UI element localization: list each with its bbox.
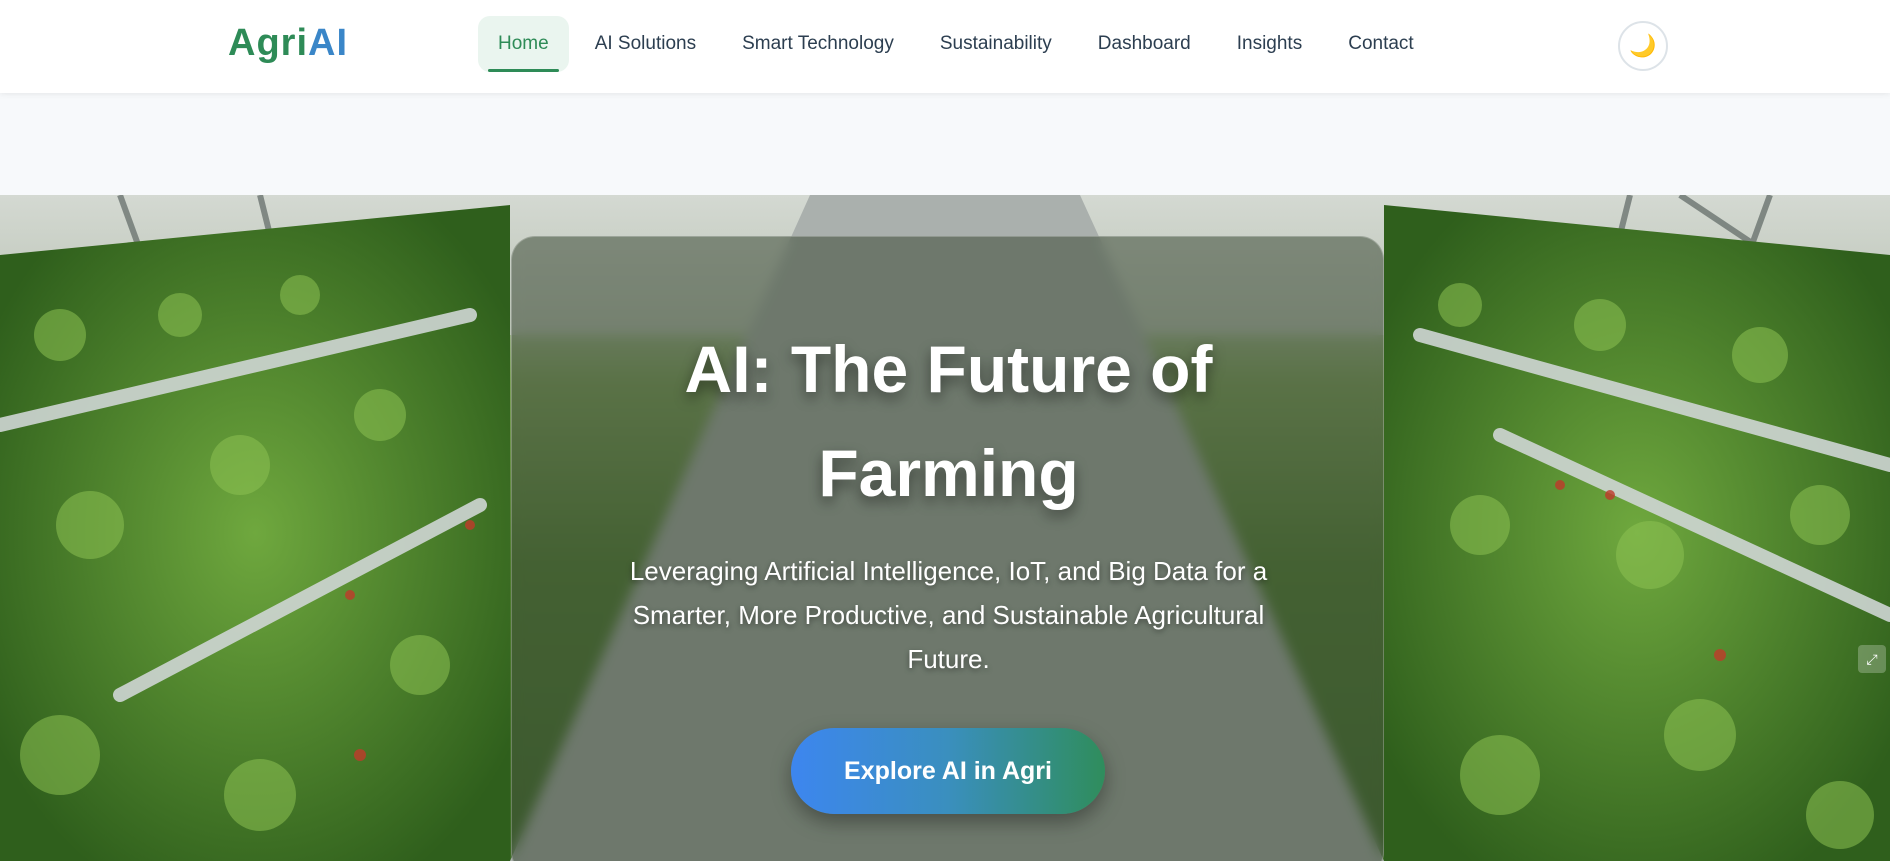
nav-ai-solutions[interactable]: AI Solutions [575,16,716,72]
nav-smart-technology[interactable]: Smart Technology [722,16,914,72]
hero-title: AI: The Future of Farming [684,332,1213,510]
nav-sustainability[interactable]: Sustainability [920,16,1072,72]
main-nav: Home AI Solutions Smart Technology Susta… [478,16,1440,72]
nav-insights[interactable]: Insights [1217,16,1322,72]
nav-contact[interactable]: Contact [1328,16,1433,72]
navbar: AgriAI Home AI Solutions Smart Technolog… [0,0,1890,93]
hero-section: AI: The Future of Farming Leveraging Art… [0,195,1890,861]
logo-ai: AI [308,22,348,64]
expand-icon[interactable]: ⤢ [1858,645,1886,673]
hero-subtitle: Leveraging Artificial Intelligence, IoT,… [629,556,1268,674]
moon-icon: 🌙 [1629,33,1657,58]
logo-agri: Agri [228,22,308,64]
hero-card: AI: The Future of Farming Leveraging Art… [511,236,1384,861]
explore-ai-button[interactable]: Explore AI in Agri [791,728,1105,814]
nav-home[interactable]: Home [478,16,569,72]
logo[interactable]: AgriAI [228,22,348,65]
nav-dashboard[interactable]: Dashboard [1078,16,1211,72]
theme-toggle-button[interactable]: 🌙 [1618,21,1668,71]
